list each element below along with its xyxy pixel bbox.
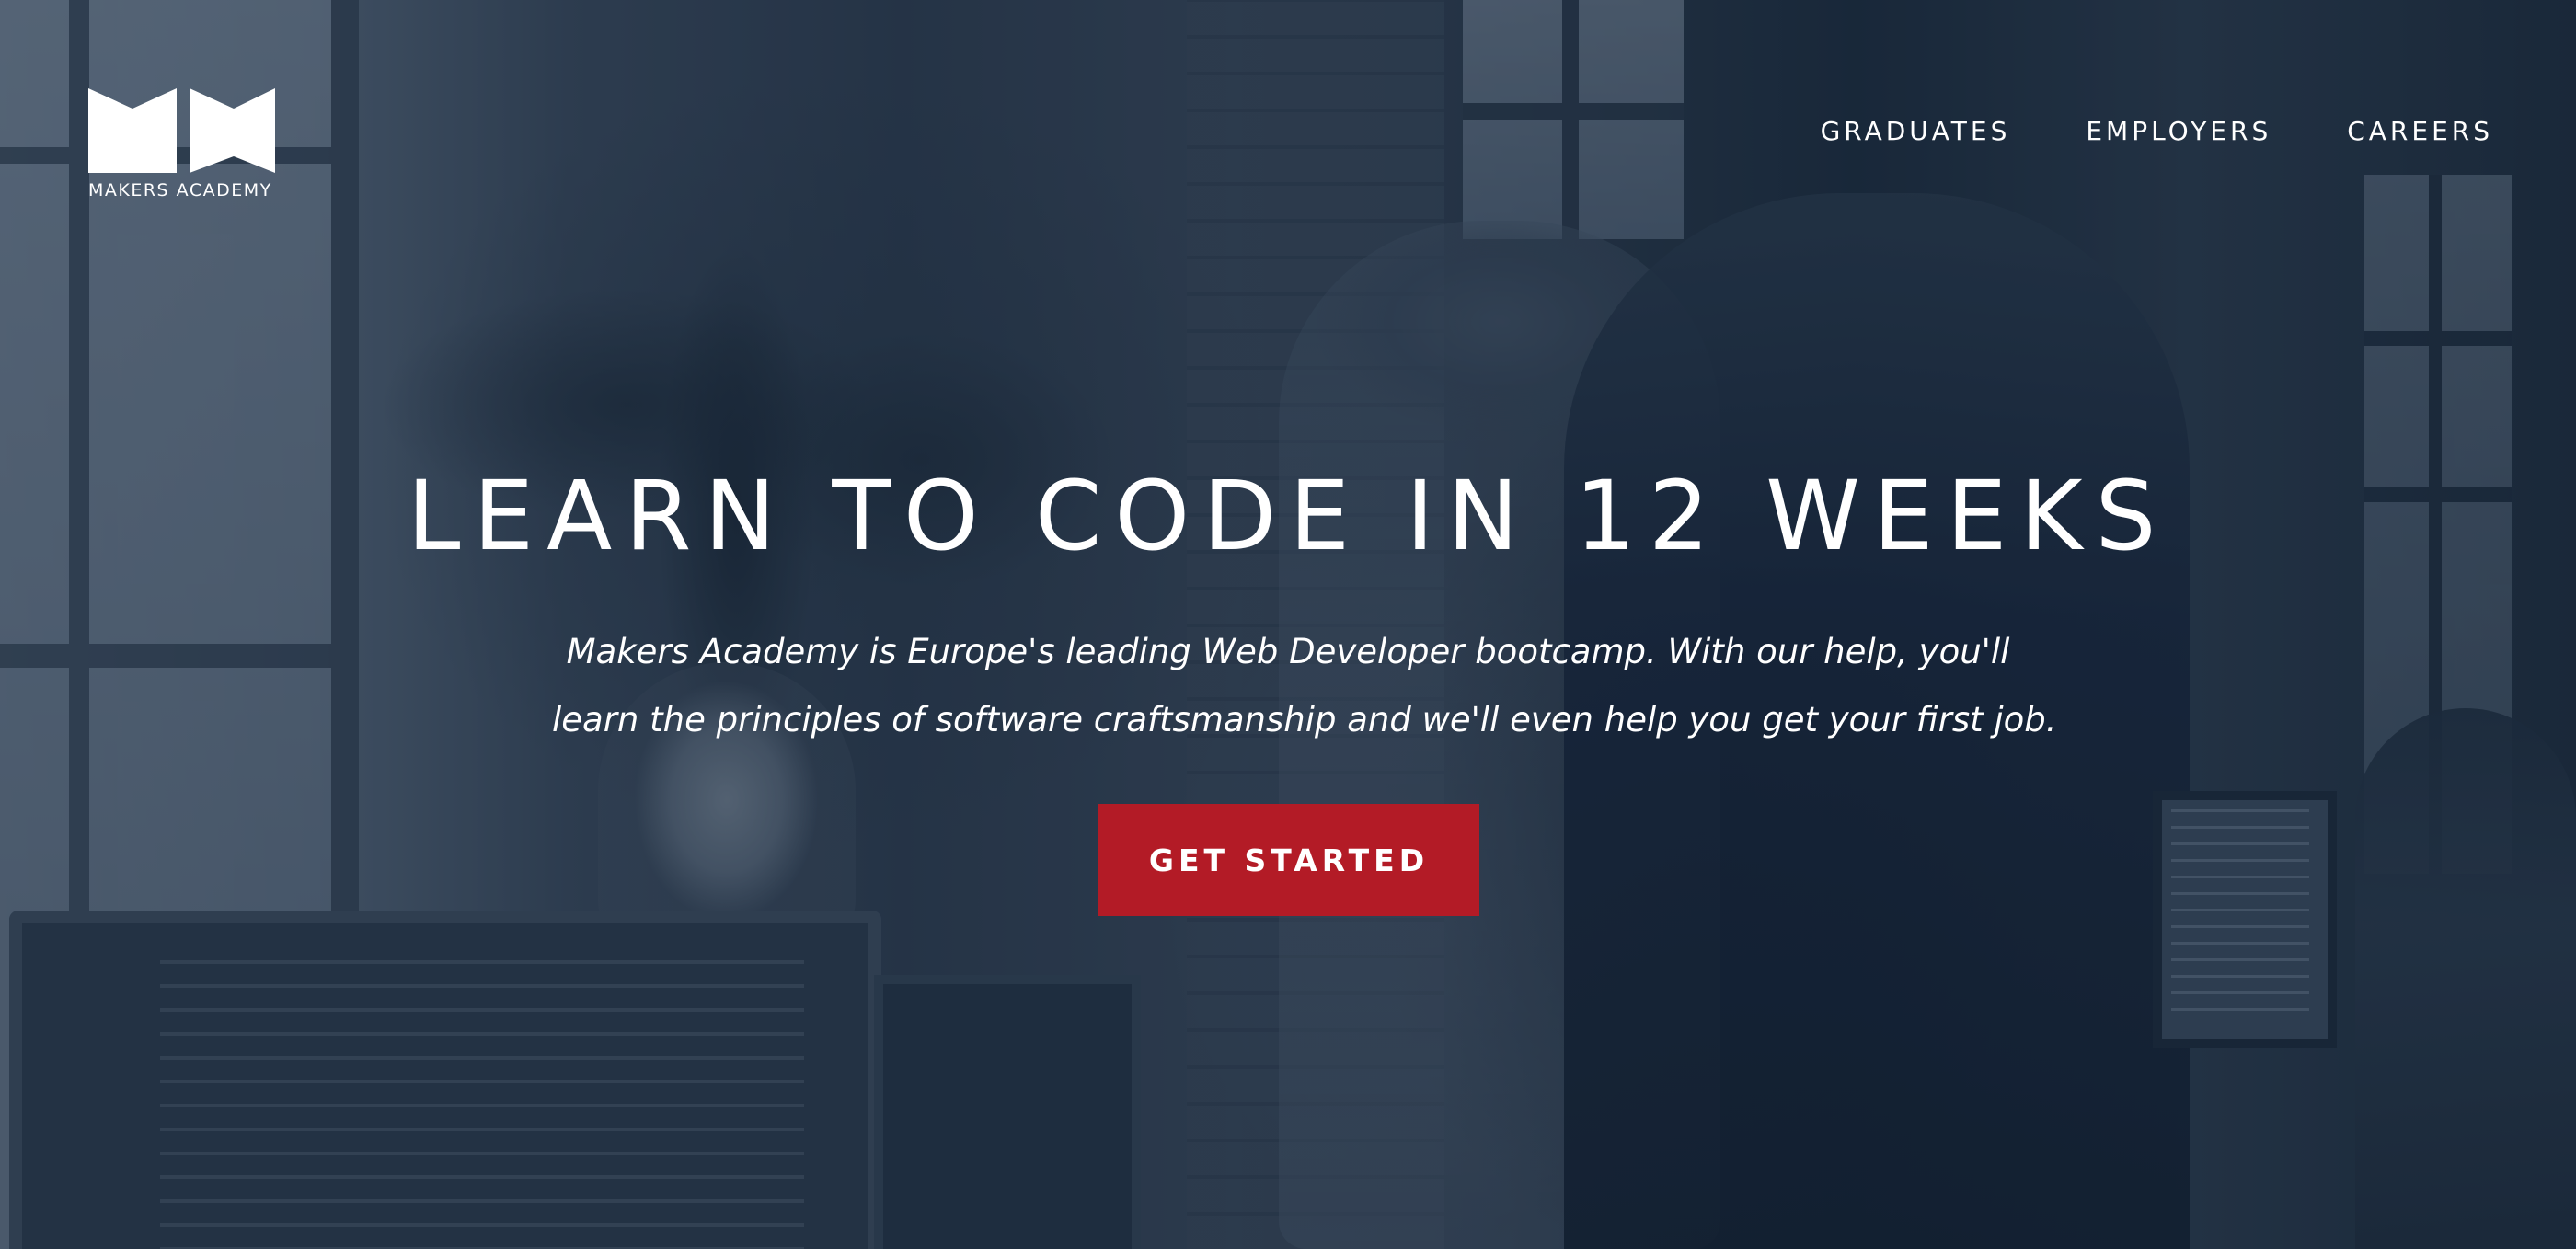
makers-academy-logo-icon <box>88 88 275 173</box>
background-monitor-right <box>2153 791 2337 1048</box>
nav-item-careers[interactable]: CAREERS <box>2347 116 2493 146</box>
hero-section: MAKERS ACADEMY GRADUATES EMPLOYERS CAREE… <box>0 0 2576 1249</box>
background-monitor-second <box>874 975 1141 1249</box>
main-nav: GRADUATES EMPLOYERS CAREERS <box>1821 116 2493 146</box>
nav-item-graduates[interactable]: GRADUATES <box>1821 116 2011 146</box>
hero-subtitle-line-1: Makers Academy is Europe's leading Web D… <box>566 632 2010 671</box>
get-started-button[interactable]: GET STARTED <box>1098 804 1479 916</box>
hero-subtitle: Makers Academy is Europe's leading Web D… <box>552 618 2057 754</box>
background-window-top <box>1463 0 1684 239</box>
hero-subtitle-line-2: learn the principles of software craftsm… <box>552 700 2057 739</box>
logo-text: MAKERS ACADEMY <box>88 180 272 201</box>
background-monitor-left <box>9 911 881 1249</box>
nav-item-employers[interactable]: EMPLOYERS <box>2086 116 2271 146</box>
background-person-far-right <box>2355 708 2576 1249</box>
hero-headline: LEARN TO CODE IN 12 WEEKS <box>407 460 2169 572</box>
logo-link[interactable]: MAKERS ACADEMY <box>88 88 282 208</box>
